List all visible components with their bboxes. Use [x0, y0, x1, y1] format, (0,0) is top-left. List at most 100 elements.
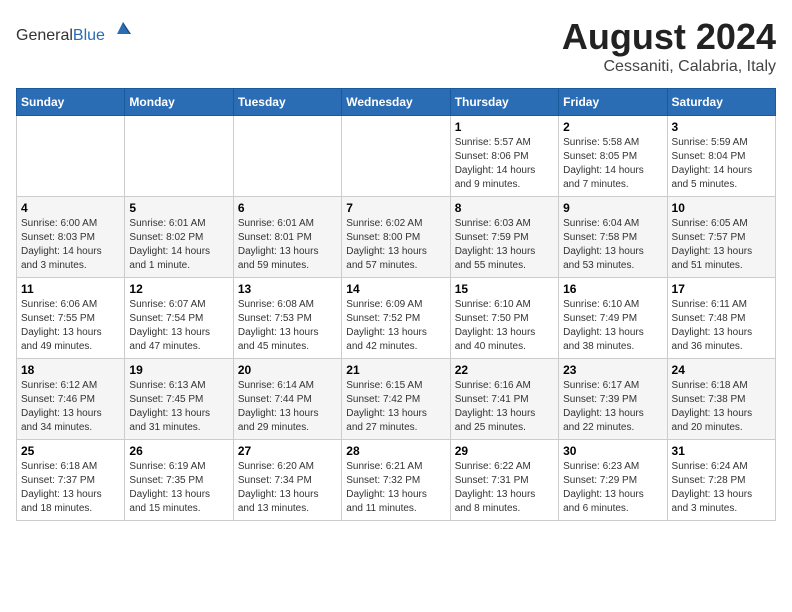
day-info: Sunrise: 6:22 AM Sunset: 7:31 PM Dayligh…	[455, 460, 554, 516]
day-number: 17	[672, 282, 771, 296]
calendar-table: SundayMondayTuesdayWednesdayThursdayFrid…	[16, 88, 776, 521]
calendar-cell: 25Sunrise: 6:18 AM Sunset: 7:37 PM Dayli…	[17, 440, 125, 521]
day-number: 7	[346, 201, 445, 215]
calendar-cell: 27 Sunrise: 6:20 AM Sunset: 7:34 PM Dayli…	[233, 440, 341, 521]
day-info: Sunrise: 6:24 AM Sunset: 7:28 PM Dayligh…	[672, 460, 771, 516]
calendar-cell: 8 Sunrise: 6:03 AM Sunset: 7:59 PM Daylig…	[450, 197, 558, 278]
location-subtitle: Cessaniti, Calabria, Italy	[562, 58, 776, 76]
day-info: Sunrise: 6:12 AM Sunset: 7:46 PM Dayligh…	[21, 379, 120, 435]
calendar-cell: 10Sunrise: 6:05 AM Sunset: 7:57 PM Dayli…	[667, 197, 775, 278]
day-number: 23	[563, 363, 662, 377]
weekday-header-tuesday: Tuesday	[233, 89, 341, 116]
day-info: Sunrise: 6:10 AM Sunset: 7:50 PM Dayligh…	[455, 298, 554, 354]
day-number: 10	[672, 201, 771, 215]
weekday-header-sunday: Sunday	[17, 89, 125, 116]
calendar-cell: 2Sunrise: 5:58 AM Sunset: 8:05 PM Daylig…	[559, 116, 667, 197]
day-info: Sunrise: 6:10 AM Sunset: 7:49 PM Dayligh…	[563, 298, 662, 354]
day-number: 6	[238, 201, 337, 215]
calendar-cell	[233, 116, 341, 197]
day-info: Sunrise: 6:02 AM Sunset: 8:00 PM Dayligh…	[346, 217, 445, 273]
day-number: 26	[129, 444, 228, 458]
day-number: 5	[129, 201, 228, 215]
calendar-cell: 9Sunrise: 6:04 AM Sunset: 7:58 PM Daylig…	[559, 197, 667, 278]
day-info: Sunrise: 6:08 AM Sunset: 7:53 PM Dayligh…	[238, 298, 337, 354]
day-info: Sunrise: 6:20 AM Sunset: 7:34 PM Dayligh…	[238, 460, 337, 516]
calendar-cell: 21 Sunrise: 6:15 AM Sunset: 7:42 PM Dayli…	[342, 359, 450, 440]
day-info: Sunrise: 6:03 AM Sunset: 7:59 PM Dayligh…	[455, 217, 554, 273]
calendar-cell: 7 Sunrise: 6:02 AM Sunset: 8:00 PM Daylig…	[342, 197, 450, 278]
day-number: 20	[238, 363, 337, 377]
page-header: GeneralBlue August 2024 Cessaniti, Calab…	[16, 16, 776, 76]
calendar-cell: 11 Sunrise: 6:06 AM Sunset: 7:55 PM Dayli…	[17, 278, 125, 359]
day-info: Sunrise: 6:13 AM Sunset: 7:45 PM Dayligh…	[129, 379, 228, 435]
day-info: Sunrise: 6:18 AM Sunset: 7:37 PM Dayligh…	[21, 460, 120, 516]
weekday-header-monday: Monday	[125, 89, 233, 116]
day-info: Sunrise: 6:18 AM Sunset: 7:38 PM Dayligh…	[672, 379, 771, 435]
day-info: Sunrise: 6:14 AM Sunset: 7:44 PM Dayligh…	[238, 379, 337, 435]
day-info: Sunrise: 6:16 AM Sunset: 7:41 PM Dayligh…	[455, 379, 554, 435]
day-info: Sunrise: 6:15 AM Sunset: 7:42 PM Dayligh…	[346, 379, 445, 435]
calendar-cell: 24 Sunrise: 6:18 AM Sunset: 7:38 PM Dayli…	[667, 359, 775, 440]
day-number: 4	[21, 201, 120, 215]
calendar-cell: 19 Sunrise: 6:13 AM Sunset: 7:45 PM Dayli…	[125, 359, 233, 440]
day-number: 14	[346, 282, 445, 296]
calendar-cell: 18 Sunrise: 6:12 AM Sunset: 7:46 PM Dayli…	[17, 359, 125, 440]
calendar-cell: 31 Sunrise: 6:24 AM Sunset: 7:28 PM Dayli…	[667, 440, 775, 521]
logo-general-text: General	[16, 27, 73, 44]
calendar-cell: 15 Sunrise: 6:10 AM Sunset: 7:50 PM Dayli…	[450, 278, 558, 359]
calendar-cell: 1Sunrise: 5:57 AM Sunset: 8:06 PM Daylig…	[450, 116, 558, 197]
calendar-week-row: 11 Sunrise: 6:06 AM Sunset: 7:55 PM Dayli…	[17, 278, 776, 359]
day-number: 21	[346, 363, 445, 377]
day-info: Sunrise: 6:11 AM Sunset: 7:48 PM Dayligh…	[672, 298, 771, 354]
calendar-cell: 5 Sunrise: 6:01 AM Sunset: 8:02 PM Daylig…	[125, 197, 233, 278]
day-info: Sunrise: 6:06 AM Sunset: 7:55 PM Dayligh…	[21, 298, 120, 354]
calendar-cell: 26 Sunrise: 6:19 AM Sunset: 7:35 PM Dayli…	[125, 440, 233, 521]
month-title: August 2024	[562, 16, 776, 58]
logo-blue-text: Blue	[73, 27, 105, 44]
calendar-cell	[125, 116, 233, 197]
calendar-cell: 20 Sunrise: 6:14 AM Sunset: 7:44 PM Dayli…	[233, 359, 341, 440]
day-number: 15	[455, 282, 554, 296]
day-info: Sunrise: 6:07 AM Sunset: 7:54 PM Dayligh…	[129, 298, 228, 354]
day-info: Sunrise: 6:01 AM Sunset: 8:02 PM Dayligh…	[129, 217, 228, 273]
calendar-cell: 3Sunrise: 5:59 AM Sunset: 8:04 PM Daylig…	[667, 116, 775, 197]
day-number: 30	[563, 444, 662, 458]
weekday-header-row: SundayMondayTuesdayWednesdayThursdayFrid…	[17, 89, 776, 116]
day-number: 31	[672, 444, 771, 458]
day-info: Sunrise: 6:00 AM Sunset: 8:03 PM Dayligh…	[21, 217, 120, 273]
day-number: 8	[455, 201, 554, 215]
day-number: 11	[21, 282, 120, 296]
weekday-header-thursday: Thursday	[450, 89, 558, 116]
day-number: 2	[563, 120, 662, 134]
weekday-header-friday: Friday	[559, 89, 667, 116]
calendar-cell: 28Sunrise: 6:21 AM Sunset: 7:32 PM Dayli…	[342, 440, 450, 521]
day-number: 1	[455, 120, 554, 134]
calendar-cell: 16 Sunrise: 6:10 AM Sunset: 7:49 PM Dayli…	[559, 278, 667, 359]
day-number: 27	[238, 444, 337, 458]
day-number: 3	[672, 120, 771, 134]
day-info: Sunrise: 6:23 AM Sunset: 7:29 PM Dayligh…	[563, 460, 662, 516]
title-block: August 2024 Cessaniti, Calabria, Italy	[562, 16, 776, 76]
calendar-cell: 13 Sunrise: 6:08 AM Sunset: 7:53 PM Dayli…	[233, 278, 341, 359]
logo: GeneralBlue	[16, 16, 135, 45]
weekday-header-wednesday: Wednesday	[342, 89, 450, 116]
calendar-cell: 22 Sunrise: 6:16 AM Sunset: 7:41 PM Dayli…	[450, 359, 558, 440]
day-info: Sunrise: 6:19 AM Sunset: 7:35 PM Dayligh…	[129, 460, 228, 516]
day-info: Sunrise: 6:21 AM Sunset: 7:32 PM Dayligh…	[346, 460, 445, 516]
day-info: Sunrise: 6:01 AM Sunset: 8:01 PM Dayligh…	[238, 217, 337, 273]
calendar-week-row: 25Sunrise: 6:18 AM Sunset: 7:37 PM Dayli…	[17, 440, 776, 521]
day-number: 12	[129, 282, 228, 296]
calendar-week-row: 4 Sunrise: 6:00 AM Sunset: 8:03 PM Daylig…	[17, 197, 776, 278]
day-number: 18	[21, 363, 120, 377]
day-number: 22	[455, 363, 554, 377]
calendar-cell: 29 Sunrise: 6:22 AM Sunset: 7:31 PM Dayli…	[450, 440, 558, 521]
day-number: 24	[672, 363, 771, 377]
weekday-header-saturday: Saturday	[667, 89, 775, 116]
day-info: Sunrise: 6:04 AM Sunset: 7:58 PM Dayligh…	[563, 217, 662, 273]
day-number: 16	[563, 282, 662, 296]
day-number: 29	[455, 444, 554, 458]
calendar-cell: 17 Sunrise: 6:11 AM Sunset: 7:48 PM Dayli…	[667, 278, 775, 359]
day-number: 19	[129, 363, 228, 377]
day-number: 13	[238, 282, 337, 296]
logo-icon	[111, 16, 135, 40]
